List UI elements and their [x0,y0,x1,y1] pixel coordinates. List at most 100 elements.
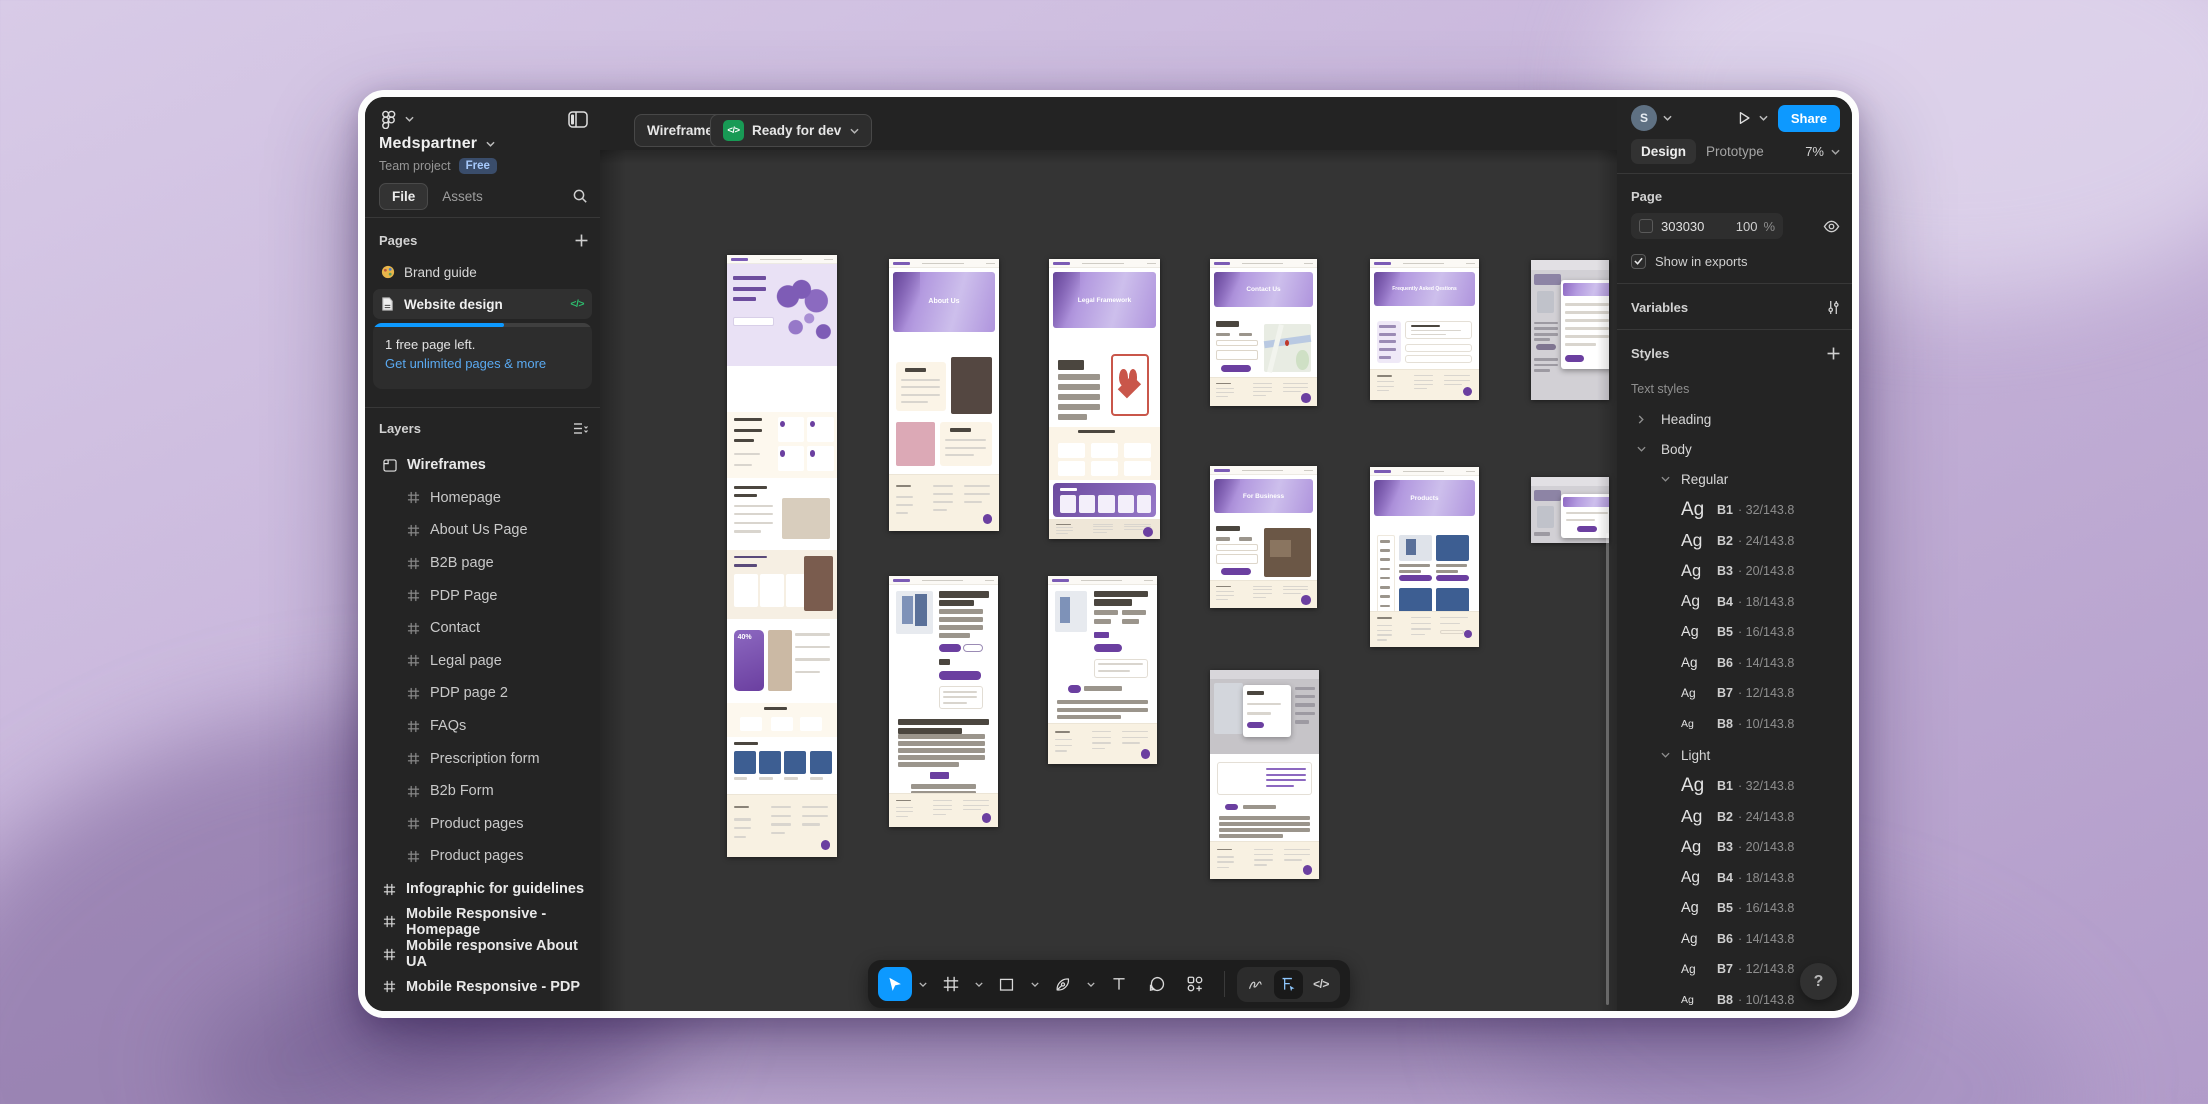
layer-contact[interactable]: Contact [365,612,600,645]
layer-mobile-responsive-homepage[interactable]: Mobile Responsive - Homepage [365,905,600,938]
sidebar-toggle-icon[interactable] [568,111,588,128]
checkbox-checked-icon[interactable] [1631,254,1646,269]
draw-annotate-tool[interactable] [1241,970,1270,999]
layer-prescription-form[interactable]: Prescription form [365,742,600,775]
canvas[interactable]: 40% About Us Legal Framework Contact Us For … [600,150,1617,1011]
pen-tool[interactable] [1046,967,1080,1001]
tab-prototype[interactable]: Prototype [1696,139,1774,164]
project-switcher[interactable]: Medspartner [379,133,588,155]
frame-icon [407,850,420,863]
bottom-toolbar: </> [868,960,1350,1008]
frame-tool[interactable] [934,967,968,1001]
thumbnail-contact[interactable]: Contact Us [1210,259,1317,406]
layer-infographic-for-guidelines[interactable]: Infographic for guidelines [365,873,600,906]
color-swatch[interactable] [1639,219,1653,233]
page-item-website-design[interactable]: Website design </> [373,289,592,319]
thumbnail-homepage[interactable]: 40% [727,255,837,857]
layer-wireframes[interactable]: Wireframes [365,449,600,482]
dev-code-tool[interactable]: </> [1307,970,1336,999]
search-icon[interactable] [572,188,588,204]
page-item-brand-guide[interactable]: Brand guide [373,257,592,287]
layer-legal-page[interactable]: Legal page [365,645,600,678]
frame-icon [407,557,420,570]
style-sample: Ag [1681,931,1717,946]
thumbnail-pdp-modal[interactable] [1210,670,1319,879]
help-button[interactable]: ? [1800,963,1837,1000]
upgrade-link[interactable]: Get unlimited pages & more [385,356,546,371]
visibility-eye-icon[interactable] [1823,220,1840,233]
tab-assets[interactable]: Assets [442,189,483,204]
thumbnail-pdp-2[interactable] [1048,576,1157,764]
chevron-down-icon[interactable] [405,116,414,122]
chevron-down-icon [486,141,495,147]
layer-about-us-page[interactable]: About Us Page [365,514,600,547]
thumbnail-gray-modal-2[interactable] [1531,477,1609,543]
text-style-regular-b3[interactable]: AgB3· 20/143.8 [1617,556,1852,587]
text-style-regular-b8[interactable]: AgB8· 10/143.8 [1617,709,1852,740]
layer-product-pages[interactable]: Product pages [365,840,600,873]
text-style-regular-b1[interactable]: AgB1· 32/143.8 [1617,495,1852,526]
opacity-value: 100 [1736,219,1758,234]
text-style-regular-b4[interactable]: AgB4· 18/143.8 [1617,587,1852,618]
page-color-input[interactable]: 303030 100 % [1631,213,1783,239]
style-name: B6 [1717,656,1733,670]
layer-faqs[interactable]: FAQs [365,710,600,743]
actions-tool[interactable] [1178,967,1212,1001]
style-subgroup-regular[interactable]: Regular [1617,463,1852,495]
ready-for-dev-chip[interactable]: </> Ready for dev [710,114,872,147]
zoom-menu[interactable]: 7% [1805,144,1840,159]
share-button[interactable]: Share [1778,105,1840,132]
text-style-regular-b5[interactable]: AgB5· 16/143.8 [1617,617,1852,648]
inspect-measure-tool[interactable] [1274,970,1303,999]
show-in-exports-row[interactable]: Show in exports [1631,251,1840,271]
chevron-down-icon [1637,446,1646,452]
thumbnail-pdp[interactable] [889,576,998,827]
text-style-regular-b6[interactable]: AgB6· 14/143.8 [1617,648,1852,679]
layer-pdp-page-2[interactable]: PDP page 2 [365,677,600,710]
thumbnail-faq[interactable]: Frequently Asked Qestions [1370,259,1479,400]
style-group-body[interactable]: Body [1617,435,1852,463]
canvas-scrollbar[interactable] [1606,533,1609,1005]
text-style-light-b1[interactable]: AgB1· 32/143.8 [1617,771,1852,802]
layer-homepage[interactable]: Homepage [365,482,600,515]
tab-design[interactable]: Design [1631,139,1696,164]
text-style-regular-b2[interactable]: AgB2· 24/143.8 [1617,526,1852,557]
text-style-regular-b7[interactable]: AgB7· 12/143.8 [1617,678,1852,709]
text-style-light-b4[interactable]: AgB4· 18/143.8 [1617,863,1852,894]
add-page-icon[interactable] [575,234,588,247]
text-style-light-b6[interactable]: AgB6· 14/143.8 [1617,924,1852,955]
chevron-down-icon [1655,476,1675,482]
figma-menu-icon[interactable] [379,110,398,129]
thumbnail-about-us[interactable]: About Us [889,259,999,531]
thumbnail-for-business[interactable]: For Business [1210,466,1317,608]
layers-sort-icon[interactable] [573,422,588,435]
move-tool[interactable] [878,967,912,1001]
style-group-heading[interactable]: Heading [1617,405,1852,433]
pen-tool-chevron[interactable] [1084,967,1098,1001]
layer-b2b-form[interactable]: B2b Form [365,775,600,808]
shape-tool-chevron[interactable] [1028,967,1042,1001]
layer-mobile-responsive-pdp[interactable]: Mobile Responsive - PDP [365,971,600,1004]
layer-b2b-page[interactable]: B2B page [365,547,600,580]
thumbnail-gray-modal-1[interactable] [1531,260,1609,400]
variables-sliders-icon[interactable] [1827,300,1840,315]
layer-pdp-page[interactable]: PDP Page [365,579,600,612]
layer-product-pages[interactable]: Product pages [365,808,600,841]
text-style-light-b5[interactable]: AgB5· 16/143.8 [1617,893,1852,924]
thumbnail-products[interactable]: Products [1370,467,1479,647]
comment-tool[interactable] [1140,967,1174,1001]
avatar[interactable]: S [1631,105,1657,131]
text-tool[interactable] [1102,967,1136,1001]
add-style-icon[interactable] [1827,347,1840,360]
layer-mobile-responsive-about-ua[interactable]: Mobile responsive About UA [365,938,600,971]
style-sample: Ag [1681,686,1717,700]
text-style-light-b3[interactable]: AgB3· 20/143.8 [1617,832,1852,863]
thumbnail-legal[interactable]: Legal Framework [1049,259,1160,539]
move-tool-chevron[interactable] [916,967,930,1001]
text-style-light-b2[interactable]: AgB2· 24/143.8 [1617,802,1852,833]
tab-file[interactable]: File [379,183,428,210]
shape-tool[interactable] [990,967,1024,1001]
present-play-icon[interactable] [1736,110,1752,126]
frame-tool-chevron[interactable] [972,967,986,1001]
style-subgroup-light[interactable]: Light [1617,739,1852,771]
